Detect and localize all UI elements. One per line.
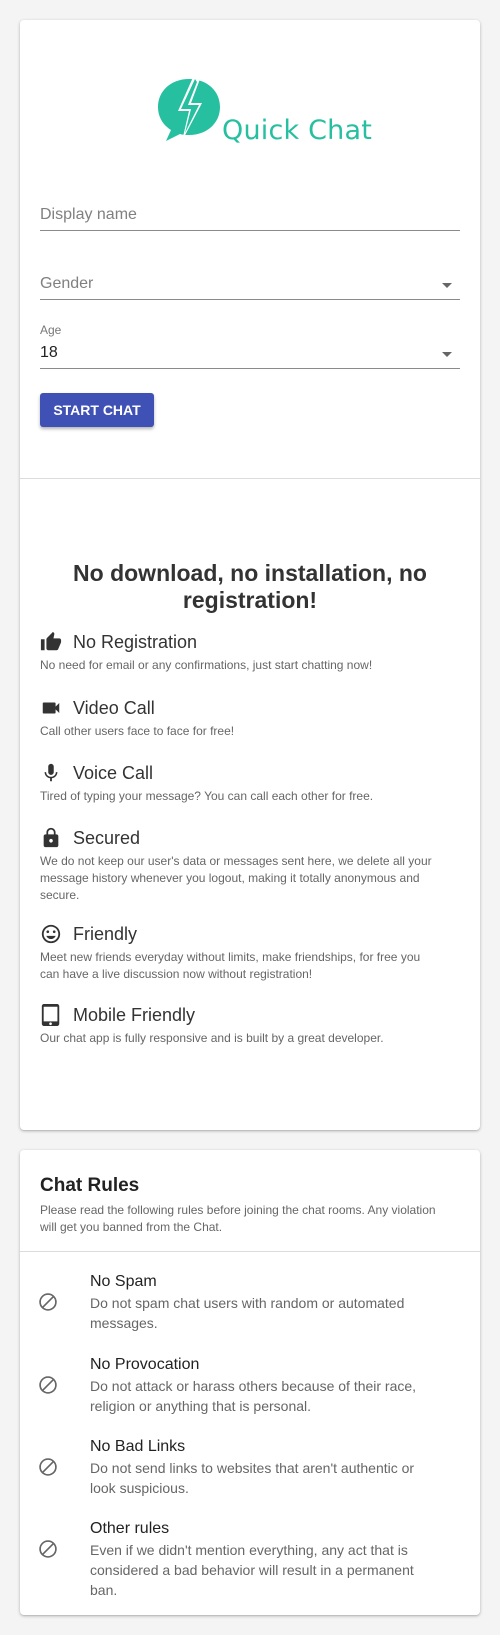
section-divider — [20, 478, 480, 479]
feature-description: Tired of typing your message? You can ca… — [40, 789, 374, 803]
block-icon — [39, 1376, 57, 1394]
rules-divider — [20, 1251, 480, 1252]
feature-title: Voice Call — [73, 763, 154, 783]
display-name-underline — [40, 230, 460, 231]
feature-title: No Registration — [73, 632, 198, 652]
chevron-down-icon — [442, 283, 452, 288]
app-logo: Quick Chat — [20, 75, 480, 165]
age-underline — [40, 368, 460, 369]
display-name-field[interactable]: Display name — [40, 200, 460, 231]
rules-intro: Please read the following rules before j… — [40, 1203, 436, 1234]
rule-item: Other rules Even if we didn't mention ev… — [20, 1520, 480, 1598]
feature-voice-call: Voice Call Tired of typing your message?… — [40, 761, 460, 806]
lock-icon — [43, 827, 59, 848]
chevron-down-icon — [442, 352, 452, 357]
rule-description: Even if we didn't mention everything, an… — [90, 1542, 414, 1598]
app-name: Quick Chat — [222, 115, 373, 146]
rules-title: Chat Rules — [40, 1175, 140, 1196]
feature-title: Friendly — [73, 924, 138, 944]
rule-description: Do not send links to websites that aren'… — [90, 1460, 415, 1496]
feature-title: Secured — [73, 828, 141, 848]
rule-item: No Spam Do not spam chat users with rand… — [20, 1273, 480, 1333]
smiley-icon — [41, 924, 61, 944]
rule-item: No Provocation Do not attack or harass o… — [20, 1356, 480, 1416]
feature-friendly: Friendly Meet new friends everyday witho… — [40, 922, 460, 984]
feature-description: Meet new friends everyday without limits… — [40, 950, 421, 981]
feature-description: Call other users face to face for free! — [40, 724, 235, 738]
rule-title: Other rules — [90, 1520, 170, 1537]
tagline-heading: No download, no installation, no registr… — [73, 560, 427, 613]
block-icon — [39, 1458, 57, 1476]
rule-description: Do not attack or harass others because o… — [90, 1378, 417, 1414]
feature-no-registration: No Registration No need for email or any… — [40, 630, 460, 675]
age-label: Age — [40, 323, 62, 337]
start-chat-button[interactable]: START CHAT — [40, 393, 154, 427]
tablet-icon — [41, 1004, 60, 1026]
feature-video-call: Video Call Call other users face to face… — [40, 696, 460, 741]
gender-underline — [40, 299, 460, 300]
rule-title: No Provocation — [90, 1356, 200, 1373]
age-value: 18 — [40, 344, 58, 361]
rule-title: No Spam — [90, 1273, 157, 1290]
rule-description: Do not spam chat users with random or au… — [90, 1295, 405, 1331]
feature-secured: Secured We do not keep our user's data o… — [40, 826, 460, 906]
gender-select[interactable]: Gender — [40, 269, 460, 300]
video-camera-icon — [42, 702, 60, 714]
block-icon — [39, 1540, 57, 1558]
lightning-bubble-icon — [158, 75, 220, 141]
thumbs-up-icon — [40, 631, 62, 651]
age-select[interactable]: Age 18 — [40, 323, 460, 369]
feature-description: No need for email or any confirmations, … — [40, 658, 373, 672]
rule-item: No Bad Links Do not send links to websit… — [20, 1438, 480, 1498]
feature-title: Mobile Friendly — [73, 1005, 196, 1025]
rule-title: No Bad Links — [90, 1438, 186, 1455]
feature-description: Our chat app is fully responsive and is … — [40, 1031, 384, 1045]
gender-placeholder: Gender — [40, 275, 94, 292]
chat-rules-card: Chat Rules Please read the following rul… — [20, 1150, 480, 1615]
feature-mobile-friendly: Mobile Friendly Our chat app is fully re… — [40, 1003, 460, 1048]
feature-title: Video Call — [73, 698, 155, 718]
display-name-placeholder: Display name — [40, 206, 137, 223]
microphone-icon — [44, 763, 58, 782]
start-chat-card: Quick Chat Display name Gender Age 18 ST… — [20, 20, 480, 1130]
block-icon — [39, 1293, 57, 1311]
feature-description: We do not keep our user's data or messag… — [40, 854, 432, 902]
